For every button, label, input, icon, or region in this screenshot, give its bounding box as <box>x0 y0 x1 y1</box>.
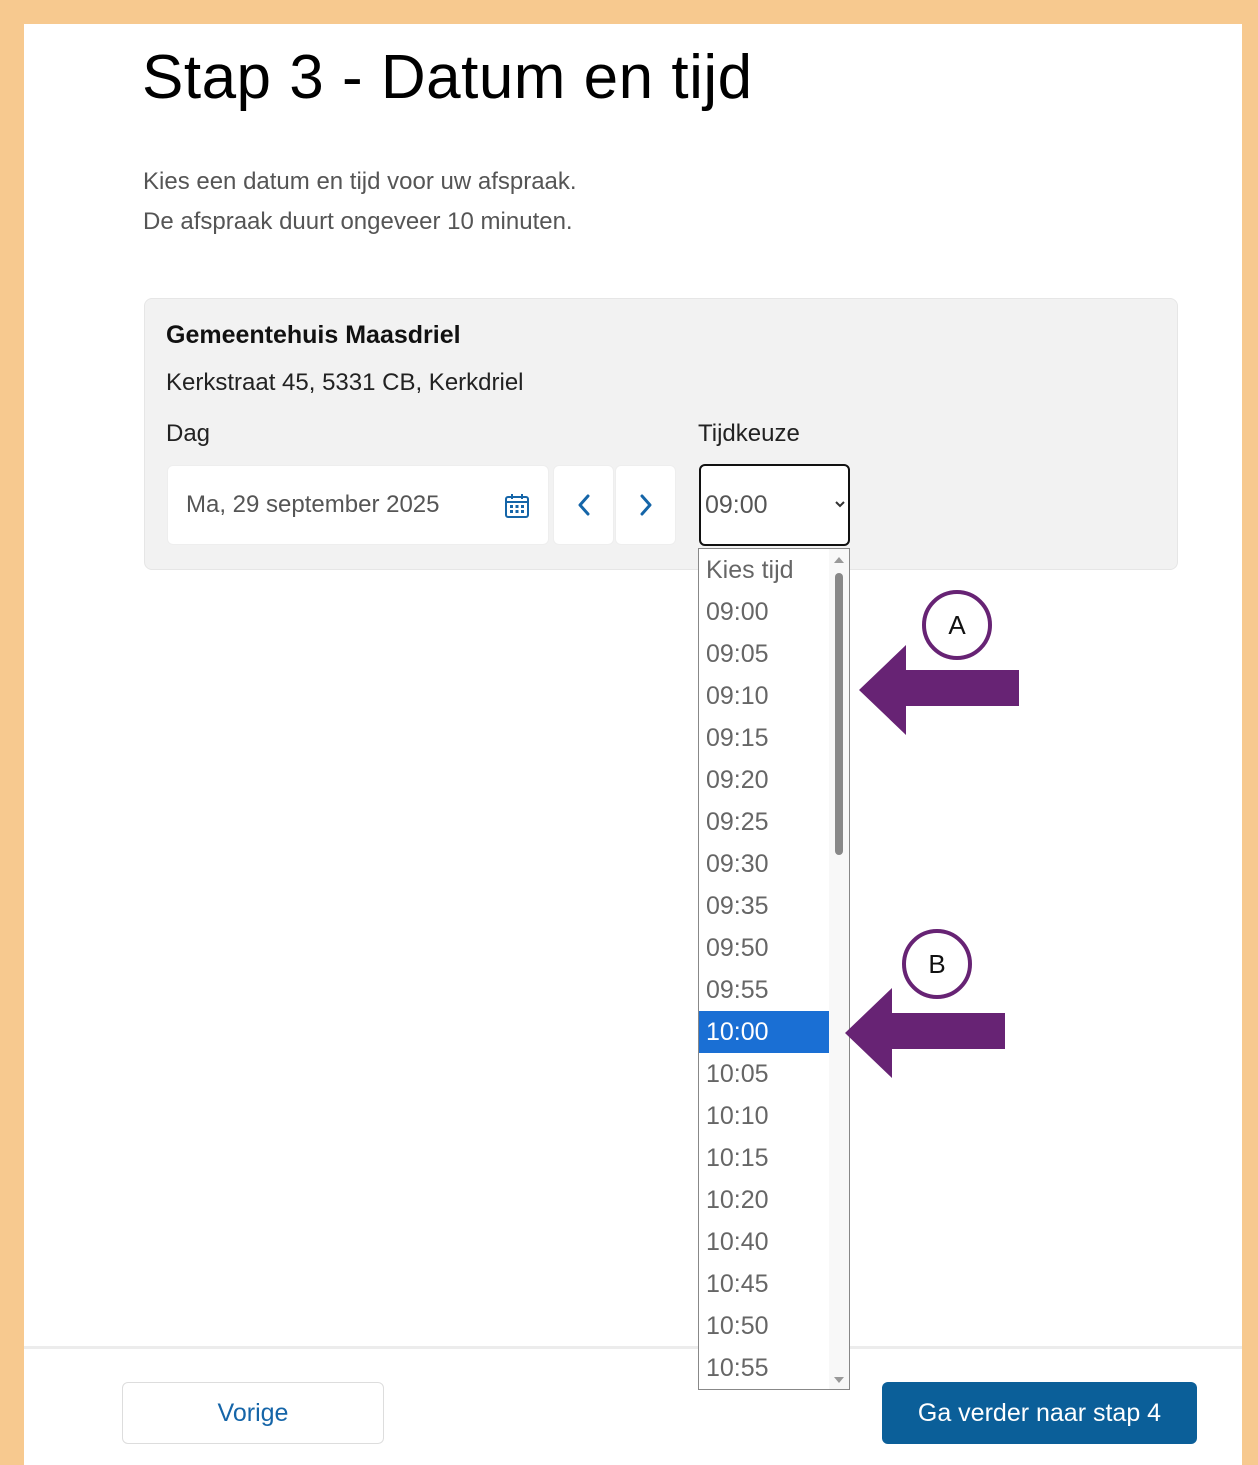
time-select[interactable]: 09:00 <box>699 464 850 546</box>
intro-text: Kies een datum en tijd voor uw afspraak.… <box>143 162 577 242</box>
previous-day-button[interactable] <box>553 465 614 545</box>
dropdown-scrollbar[interactable] <box>829 549 849 1389</box>
time-option[interactable]: Kies tijd <box>699 549 829 591</box>
time-option[interactable]: 09:50 <box>699 927 829 969</box>
chevron-right-icon <box>640 494 651 516</box>
time-option[interactable]: 10:40 <box>699 1221 829 1263</box>
intro-line-2: De afspraak duurt ongeveer 10 minuten. <box>143 208 573 235</box>
scroll-down-icon[interactable] <box>833 1375 845 1385</box>
time-dropdown-list[interactable]: Kies tijd 09:00 09:05 09:10 09:15 09:20 09:25 0… <box>698 548 850 1390</box>
annotation-arrow-b <box>845 988 1005 1078</box>
annotation-arrow-a <box>859 645 1019 735</box>
time-option[interactable]: 10:10 <box>699 1095 829 1137</box>
time-option[interactable]: 10:00 <box>699 1011 829 1053</box>
page-title: Stap 3 - Datum en tijd <box>142 43 753 112</box>
time-option[interactable]: 09:05 <box>699 633 829 675</box>
time-option[interactable]: 09:15 <box>699 717 829 759</box>
time-option[interactable]: 09:25 <box>699 801 829 843</box>
day-label: Dag <box>166 420 211 447</box>
time-select-value: 09:00 <box>705 491 768 519</box>
time-option[interactable]: 09:30 <box>699 843 829 885</box>
location-address: Kerkstraat 45, 5331 CB, Kerkdriel <box>166 369 524 396</box>
time-option[interactable]: 09:20 <box>699 759 829 801</box>
time-option[interactable]: 10:50 <box>699 1305 829 1347</box>
time-option[interactable]: 10:55 <box>699 1347 829 1389</box>
time-option[interactable]: 10:45 <box>699 1263 829 1305</box>
time-options: Kies tijd 09:00 09:05 09:10 09:15 09:20 09:25 0… <box>699 549 849 1389</box>
time-option[interactable]: 09:10 <box>699 675 829 717</box>
next-day-button[interactable] <box>615 465 676 545</box>
time-option[interactable]: 10:20 <box>699 1179 829 1221</box>
date-input[interactable]: Ma, 29 september 2025 <box>167 465 549 545</box>
chevron-left-icon <box>578 494 589 516</box>
location-name: Gemeentehuis Maasdriel <box>166 321 461 349</box>
time-option[interactable]: 09:55 <box>699 969 829 1011</box>
intro-line-1: Kies een datum en tijd voor uw afspraak. <box>143 168 577 195</box>
previous-button[interactable]: Vorige <box>122 1382 384 1444</box>
time-label: Tijdkeuze <box>698 420 800 447</box>
time-option[interactable]: 10:05 <box>699 1053 829 1095</box>
next-step-button[interactable]: Ga verder naar stap 4 <box>882 1382 1197 1444</box>
location-card: Gemeentehuis Maasdriel Kerkstraat 45, 53… <box>144 298 1178 570</box>
page: Stap 3 - Datum en tijd Kies een datum en… <box>24 24 1242 1465</box>
chevron-down-icon <box>835 501 845 508</box>
time-option[interactable]: 10:15 <box>699 1137 829 1179</box>
footer: Vorige Ga verder naar stap 4 <box>24 1346 1242 1465</box>
scroll-thumb[interactable] <box>835 573 843 855</box>
scroll-up-icon[interactable] <box>833 555 845 565</box>
time-option[interactable]: 09:35 <box>699 885 829 927</box>
time-option[interactable]: 09:00 <box>699 591 829 633</box>
calendar-icon[interactable] <box>504 493 530 519</box>
date-value: Ma, 29 september 2025 <box>186 491 440 518</box>
